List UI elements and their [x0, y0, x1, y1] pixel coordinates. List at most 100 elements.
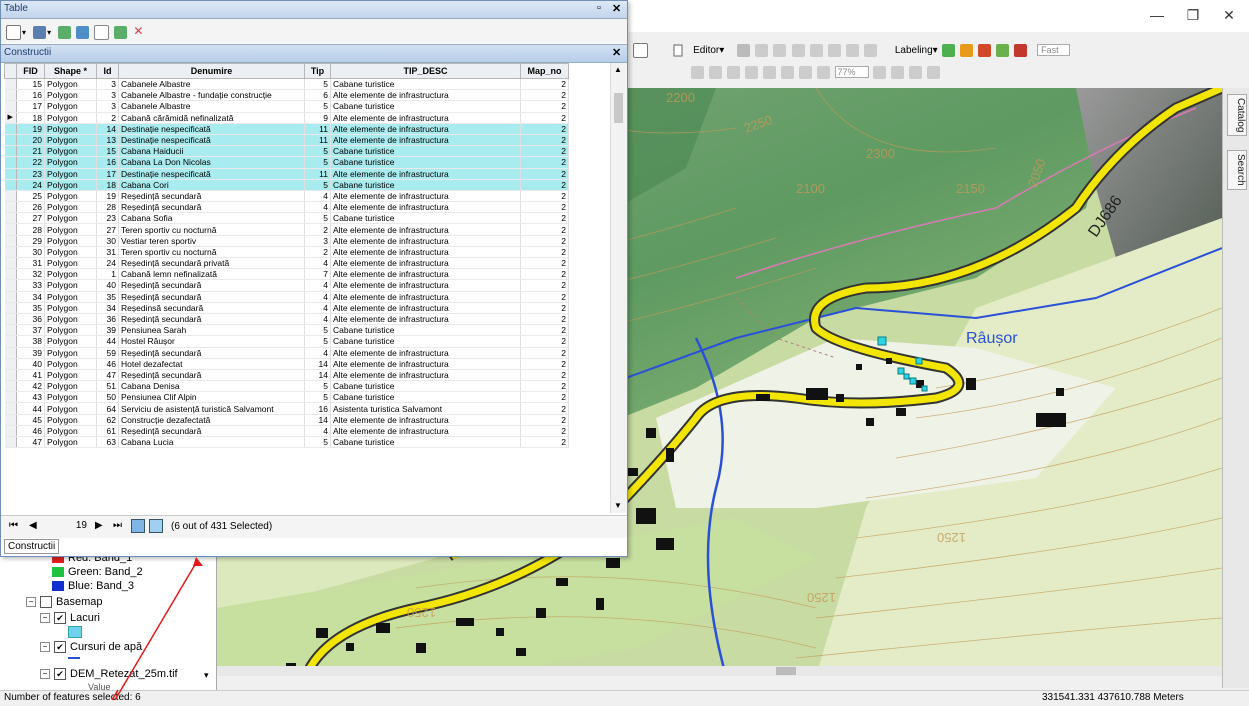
tip-cell[interactable]: 5	[304, 391, 331, 404]
last-record-icon[interactable]: ⏭	[113, 520, 122, 531]
row-selector[interactable]	[4, 179, 17, 191]
id-cell[interactable]: 34	[96, 302, 119, 314]
previous-record-icon[interactable]: ◀	[29, 520, 37, 531]
shape-cell[interactable]: Polygon	[44, 89, 97, 102]
row-selector[interactable]	[4, 380, 17, 393]
current-record-field[interactable]: 19	[47, 520, 87, 531]
tip-cell[interactable]: 4	[304, 425, 331, 438]
search-tab[interactable]: Search	[1227, 150, 1247, 190]
shape-cell[interactable]: Polygon	[44, 134, 97, 147]
row-selector[interactable]	[4, 257, 17, 270]
map-no-cell[interactable]: 2	[520, 179, 569, 191]
show-selected-records-icon[interactable]	[149, 519, 163, 533]
tip-desc-cell[interactable]: Cabane turistice	[330, 324, 521, 337]
denumire-cell[interactable]: Reședință secundară	[118, 201, 305, 214]
constructii-tab[interactable]: Constructii	[4, 539, 60, 554]
shape-cell[interactable]: Polygon	[44, 313, 97, 326]
id-cell[interactable]: 47	[96, 369, 119, 382]
fid-cell[interactable]: 26	[16, 201, 45, 214]
shape-cell[interactable]: Polygon	[44, 223, 97, 236]
shape-cell[interactable]: Polygon	[44, 190, 97, 203]
id-cell[interactable]: 31	[96, 246, 119, 259]
fid-cell[interactable]: 46	[16, 425, 45, 438]
denumire-cell[interactable]: Cabanele Albastre	[118, 78, 305, 91]
basemap-layer[interactable]: − Basemap	[26, 596, 102, 609]
close-button[interactable]: ✕	[1212, 4, 1246, 26]
row-selector[interactable]	[4, 402, 17, 415]
tip-desc-cell[interactable]: Alte elemente de infrastructura	[330, 223, 521, 236]
tip-desc-cell[interactable]: Cabane turistice	[330, 179, 521, 191]
id-cell[interactable]: 18	[96, 179, 119, 191]
id-cell[interactable]: 64	[96, 402, 119, 415]
fid-cell[interactable]: 22	[16, 156, 45, 169]
fid-cell[interactable]: 23	[16, 168, 45, 180]
row-selector[interactable]	[4, 358, 17, 370]
map-no-cell[interactable]: 2	[520, 380, 569, 393]
shape-cell[interactable]: Polygon	[44, 156, 97, 169]
tip-cell[interactable]: 5	[304, 145, 331, 158]
row-selector[interactable]	[4, 223, 17, 236]
map-no-cell[interactable]: 2	[520, 223, 569, 236]
shape-cell[interactable]: Polygon	[44, 302, 97, 314]
table-row[interactable]: 44 Polygon 64 Serviciu de asistență turisti…	[4, 402, 569, 415]
scroll-down-icon[interactable]: ▼	[614, 501, 622, 510]
column-header[interactable]: Shape *	[44, 63, 97, 79]
view-unplaced-icon[interactable]	[995, 44, 1009, 57]
row-selector[interactable]	[4, 246, 17, 259]
denumire-cell[interactable]: Reședință secundară	[118, 279, 305, 292]
row-selector[interactable]	[4, 123, 17, 135]
tip-cell[interactable]: 14	[304, 358, 331, 370]
map-no-cell[interactable]: 2	[520, 100, 569, 113]
row-selector[interactable]	[4, 335, 17, 348]
tip-cell[interactable]: 5	[304, 212, 331, 225]
row-selector[interactable]	[4, 212, 17, 225]
row-selector[interactable]	[4, 201, 17, 214]
map-no-cell[interactable]: 2	[520, 112, 569, 124]
column-header[interactable]: TIP_DESC	[330, 63, 521, 79]
tip-cell[interactable]: 4	[304, 291, 331, 303]
tip-cell[interactable]: 6	[304, 89, 331, 102]
tip-cell[interactable]: 11	[304, 134, 331, 147]
id-cell[interactable]: 23	[96, 212, 119, 225]
dem-checkbox[interactable]: ✔	[54, 668, 66, 681]
denumire-cell[interactable]: Vestiar teren sportiv	[118, 235, 305, 247]
table-row[interactable]: 45 Polygon 62 Construcție dezafectată 14 Alte…	[4, 414, 569, 426]
data-driven-pages-icon[interactable]	[926, 66, 940, 79]
map-no-cell[interactable]: 2	[520, 257, 569, 270]
map-no-cell[interactable]: 2	[520, 145, 569, 158]
id-cell[interactable]: 3	[96, 100, 119, 113]
lacuri-layer[interactable]: − ✔ Lacuri	[40, 612, 100, 625]
tip-cell[interactable]: 5	[304, 380, 331, 393]
layer-tab-close-icon[interactable]: ✕	[612, 46, 621, 59]
shape-cell[interactable]: Polygon	[44, 145, 97, 158]
denumire-cell[interactable]: Cabana Lucia	[118, 436, 305, 449]
lacuri-checkbox[interactable]: ✔	[54, 612, 66, 625]
row-selector[interactable]	[4, 436, 17, 449]
denumire-cell[interactable]: Cabanele Albastre	[118, 100, 305, 113]
row-selector[interactable]	[4, 190, 17, 203]
label-manager-icon[interactable]	[941, 44, 955, 57]
tip-desc-cell[interactable]: Alte elemente de infrastructura	[330, 134, 521, 147]
id-cell[interactable]: 51	[96, 380, 119, 393]
column-header[interactable]: Tip	[304, 63, 331, 79]
tip-desc-cell[interactable]: Alte elemente de infrastructura	[330, 123, 521, 135]
table-options-icon[interactable]	[6, 24, 21, 40]
denumire-cell[interactable]: Hostel Râușor	[118, 335, 305, 348]
table-vertical-scrollbar[interactable]: ▲ ▼	[610, 63, 627, 513]
row-selector[interactable]	[4, 145, 17, 158]
table-row[interactable]: 20 Polygon 13 Destinație nespecificată 11 Alt…	[4, 134, 569, 147]
fid-cell[interactable]: 29	[16, 235, 45, 247]
row-selector[interactable]	[4, 391, 17, 404]
fid-cell[interactable]: 37	[16, 324, 45, 337]
denumire-cell[interactable]: Cabana Sofia	[118, 212, 305, 225]
tip-cell[interactable]: 11	[304, 168, 331, 180]
collapse-icon[interactable]: −	[26, 597, 36, 608]
map-no-cell[interactable]: 2	[520, 212, 569, 225]
table-row[interactable]: 33 Polygon 40 Reședință secundară 4 Alte elem…	[4, 279, 569, 292]
row-selector[interactable]	[4, 78, 17, 91]
fid-cell[interactable]: 42	[16, 380, 45, 393]
id-cell[interactable]: 62	[96, 414, 119, 426]
shape-cell[interactable]: Polygon	[44, 335, 97, 348]
denumire-cell[interactable]: Hotel dezafectat	[118, 358, 305, 370]
denumire-cell[interactable]: Cabana Denisa	[118, 380, 305, 393]
